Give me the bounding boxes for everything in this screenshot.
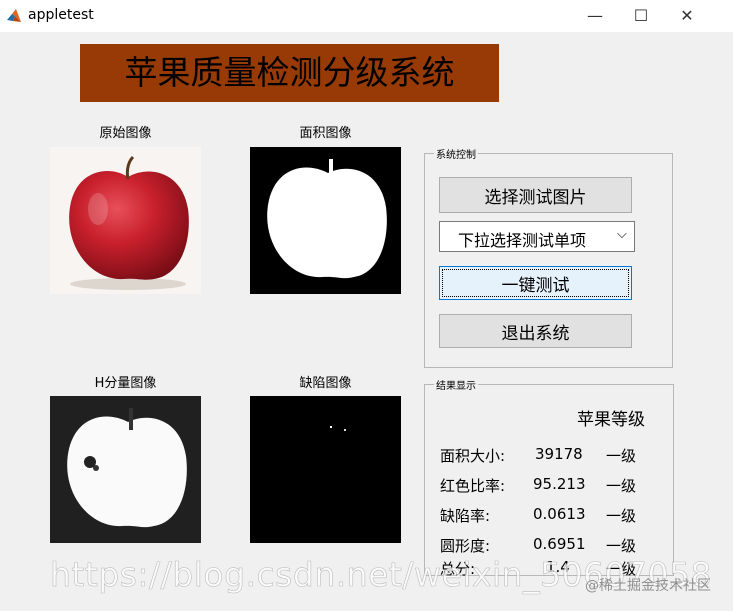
one-click-test-label: 一键测试 [442,269,629,297]
test-item-dropdown[interactable]: 下拉选择测试单项 ⌵ [439,221,635,252]
results-panel-title: 结果显示 [434,377,478,392]
defect-rate-grade: 一级 [606,507,637,525]
select-test-image-button[interactable]: 选择测试图片 [439,177,632,213]
chevron-down-icon: ⌵ [617,227,627,242]
matlab-app-icon [6,8,22,24]
original-image-label: 原始图像 [99,126,152,141]
defect-rate-label: 缺陷率: [440,507,491,525]
h-component-image-label: H分量图像 [94,376,157,391]
dropdown-selected-value: 下拉选择测试单项 [458,231,587,250]
h-component-image [50,396,201,543]
area-size-grade: 一级 [606,447,637,465]
red-ratio-label: 红色比率: [440,477,506,495]
source-watermark: @稀土掘金技术社区 [585,578,711,594]
select-test-image-label: 选择测试图片 [484,187,587,208]
circularity-value: 0.6951 [533,535,586,553]
system-title-banner: 苹果质量检测分级系统 [80,44,499,102]
close-icon: ✕ [680,6,694,25]
exit-system-button[interactable]: 退出系统 [439,314,632,348]
defect-image [250,396,401,543]
minimize-button[interactable]: — [572,0,618,32]
red-ratio-value: 95.213 [533,475,586,493]
defect-rate-value: 0.0613 [533,505,586,523]
maximize-icon: ☐ [633,6,649,25]
close-button[interactable]: ✕ [664,0,710,32]
original-image [50,147,201,294]
window-title: appletest [28,7,94,23]
exit-system-label: 退出系统 [501,323,570,344]
circularity-label: 圆形度: [440,537,491,555]
area-size-label: 面积大小: [440,447,506,465]
one-click-test-button[interactable]: 一键测试 [439,266,632,300]
red-ratio-grade: 一级 [606,477,637,495]
area-image [250,147,401,294]
area-size-value: 39178 [535,445,583,463]
circularity-grade: 一级 [606,537,637,555]
area-image-label: 面积图像 [299,126,352,141]
minimize-icon: — [587,6,603,25]
maximize-button[interactable]: ☐ [618,0,664,32]
defect-image-label: 缺陷图像 [299,376,352,391]
apple-grade-header: 苹果等级 [577,410,645,430]
system-control-title: 系统控制 [434,146,478,161]
